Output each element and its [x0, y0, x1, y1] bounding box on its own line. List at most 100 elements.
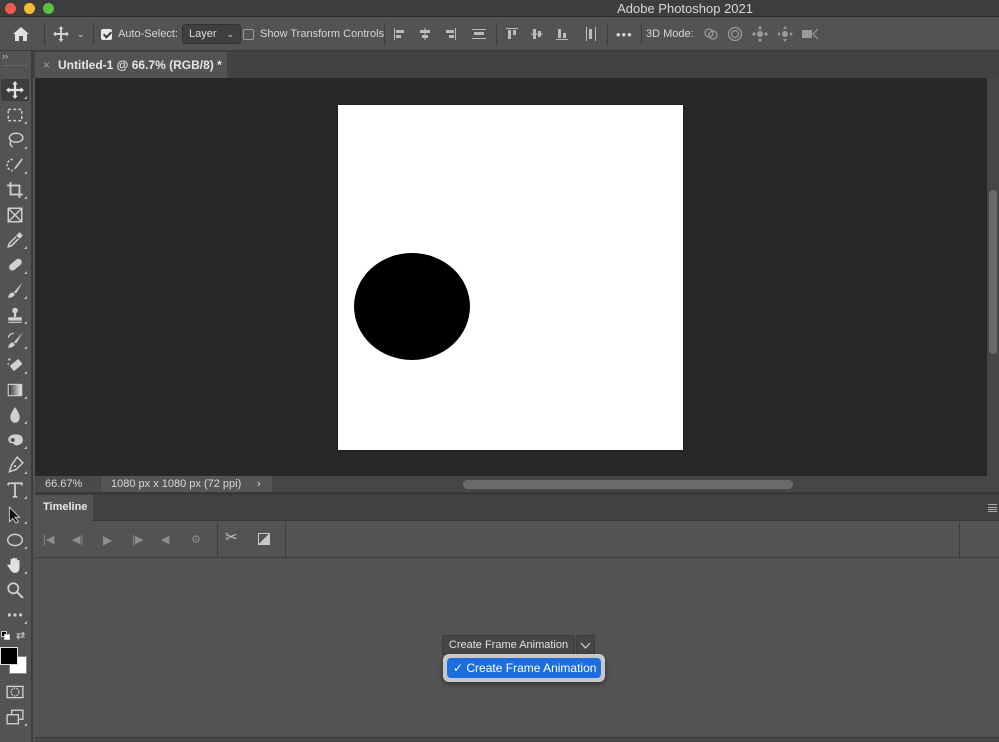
align-right-edges-button[interactable]: [443, 17, 457, 51]
status-menu-arrow[interactable]: ›: [257, 476, 261, 492]
toolbar-grip[interactable]: [4, 65, 28, 69]
timeline-footer: [35, 737, 999, 742]
align-left-edges-button[interactable]: [393, 17, 407, 51]
checkbox-icon: [243, 28, 254, 40]
dodge-icon: [8, 434, 23, 446]
3d-slide-button[interactable]: [777, 17, 793, 51]
3d-drag-button[interactable]: [752, 17, 768, 51]
crop-tool[interactable]: [1, 179, 29, 201]
black-ellipse-shape[interactable]: [354, 253, 470, 360]
clone-stamp-tool[interactable]: [1, 304, 29, 326]
document-tab[interactable]: × Untitled-1 @ 66.7% (RGB/8) *: [35, 52, 227, 78]
orbit-icon: [704, 28, 718, 40]
frame-tool[interactable]: [1, 204, 29, 226]
object-selection-tool[interactable]: [1, 154, 29, 176]
distribute-horizontally-button[interactable]: [584, 17, 598, 51]
distribute-vertically-button[interactable]: [471, 17, 487, 51]
timeline-tab[interactable]: Timeline: [35, 495, 93, 521]
move-tool-preset-picker[interactable]: ⌄: [53, 17, 85, 51]
timeline-controls: |◀ ◀| ▶ |▶ ◀ ⚙ ✂: [35, 522, 999, 558]
chevron-down-icon: [580, 642, 591, 649]
more-icon: [7, 613, 23, 617]
slide-icon: [777, 26, 793, 42]
align-center-icon: [420, 28, 430, 40]
home-button[interactable]: [12, 17, 30, 51]
pen-tool[interactable]: [1, 454, 29, 476]
pen-icon: [8, 456, 24, 473]
auto-select-checkbox[interactable]: Auto-Select:: [101, 17, 178, 51]
title-bar: Adobe Photoshop 2021: [0, 0, 999, 17]
next-frame-icon[interactable]: |▶: [132, 532, 143, 548]
move-tool[interactable]: [1, 79, 29, 101]
ellipse-icon: [6, 533, 24, 547]
align-vertical-centers-button[interactable]: [530, 17, 544, 51]
video-camera-icon: [802, 28, 819, 40]
document-canvas[interactable]: [338, 105, 683, 450]
horizontal-scrollbar-thumb[interactable]: [463, 480, 793, 489]
settings-gear-icon[interactable]: ⚙: [191, 532, 201, 548]
zoom-tool[interactable]: [1, 579, 29, 601]
vertical-scrollbar-thumb[interactable]: [989, 190, 997, 354]
move-icon: [6, 81, 24, 99]
play-icon[interactable]: ▶: [103, 532, 112, 548]
app-title: Adobe Photoshop 2021: [617, 1, 753, 16]
frame-icon: [7, 207, 23, 223]
eraser-icon: [7, 358, 23, 371]
align-horizontal-centers-button[interactable]: [418, 17, 432, 51]
auto-select-dropdown[interactable]: Layer ⌄: [182, 24, 242, 44]
gradient-tool[interactable]: [1, 379, 29, 401]
foreground-color-swatch[interactable]: [0, 647, 18, 665]
zoom-level[interactable]: 66.67%: [35, 476, 100, 492]
screen-mode-icon: [6, 709, 24, 725]
home-icon: [13, 27, 29, 41]
eraser-tool[interactable]: [1, 354, 29, 376]
align-top-edges-button[interactable]: [505, 17, 519, 51]
first-frame-icon[interactable]: |◀: [43, 532, 54, 548]
previous-frame-icon[interactable]: ◀|: [72, 532, 83, 548]
show-transform-controls-checkbox[interactable]: Show Transform Controls: [243, 17, 384, 51]
create-frame-animation-button[interactable]: Create Frame Animation: [442, 635, 575, 655]
lasso-tool[interactable]: [1, 129, 29, 151]
show-transform-controls-label: Show Transform Controls: [260, 28, 385, 40]
dodge-tool[interactable]: [1, 429, 29, 451]
menu-item-create-frame-animation[interactable]: ✓ Create Frame Animation: [447, 658, 601, 678]
transition-icon[interactable]: [258, 533, 270, 545]
animation-type-menu: ✓ Create Frame Animation: [443, 654, 605, 682]
close-tab-icon[interactable]: ×: [43, 58, 50, 72]
history-brush-tool[interactable]: [1, 329, 29, 351]
roll-icon: [727, 26, 743, 42]
scissors-icon[interactable]: ✂: [225, 530, 238, 546]
3d-roll-button[interactable]: [727, 17, 743, 51]
eyedropper-tool[interactable]: [1, 229, 29, 251]
panel-menu-icon[interactable]: [988, 504, 997, 512]
auto-select-label: Auto-Select:: [118, 28, 178, 40]
path-selection-tool[interactable]: [1, 504, 29, 526]
tools-panel: ›› ⇄: [0, 51, 33, 742]
move-icon: [53, 26, 69, 42]
ellipse-tool[interactable]: [1, 529, 29, 551]
align-bottom-edges-button[interactable]: [555, 17, 569, 51]
more-options-button[interactable]: •••: [616, 17, 633, 51]
align-left-icon: [394, 28, 404, 40]
3d-mode-label: 3D Mode:: [646, 28, 694, 40]
type-tool[interactable]: [1, 479, 29, 501]
eyedropper-icon: [7, 232, 23, 248]
default-colors-button[interactable]: [1, 631, 11, 641]
audio-icon[interactable]: ◀: [161, 532, 169, 548]
rectangular-marquee-tool[interactable]: [1, 104, 29, 126]
edit-toolbar-button[interactable]: [1, 604, 29, 626]
collapse-toolbar-button[interactable]: ››: [2, 51, 8, 61]
animation-type-dropdown[interactable]: [576, 635, 595, 655]
3d-orbit-button[interactable]: [702, 17, 720, 51]
3d-scale-button[interactable]: [801, 17, 819, 51]
blur-tool[interactable]: [1, 404, 29, 426]
brush-tool[interactable]: [1, 279, 29, 301]
healing-brush-tool[interactable]: [1, 254, 29, 276]
vertical-scrollbar[interactable]: [987, 78, 999, 476]
crop-icon: [7, 182, 23, 198]
screen-mode-button[interactable]: [1, 706, 29, 728]
quick-mask-button[interactable]: [1, 681, 29, 703]
hand-tool[interactable]: [1, 554, 29, 576]
swap-colors-icon[interactable]: ⇄: [16, 629, 25, 642]
object-selection-icon: [6, 158, 23, 172]
